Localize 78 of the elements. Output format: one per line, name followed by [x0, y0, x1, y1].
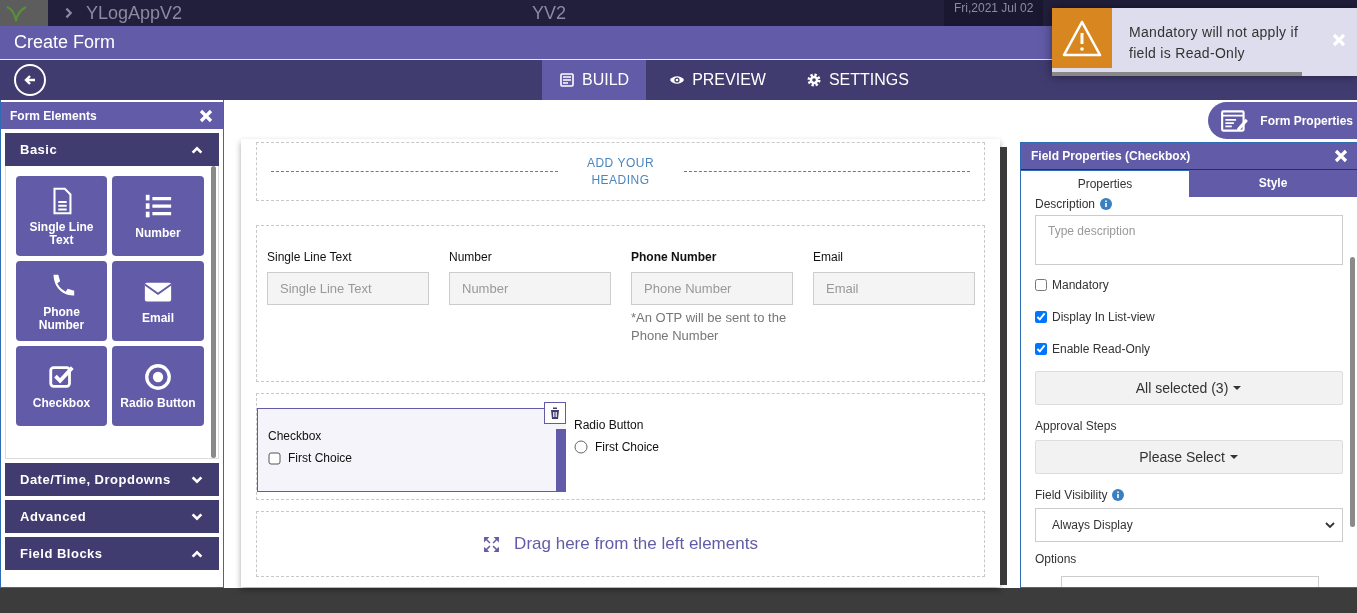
- app-name: YLogAppV2: [86, 2, 183, 24]
- expand-arrows-icon: [483, 535, 501, 553]
- panel-tab[interactable]: Style: [1189, 169, 1357, 197]
- close-icon: [1331, 32, 1347, 48]
- logo-icon: [0, 0, 48, 26]
- visibility-select[interactable]: Always Display: [1035, 508, 1343, 542]
- resize-handle[interactable]: [556, 429, 566, 491]
- trash-icon: [548, 406, 562, 420]
- section-header[interactable]: Advanced: [5, 500, 219, 533]
- input-field[interactable]: Email: [813, 272, 975, 305]
- field-note: *An OTP will be sent to the Phone Number: [631, 309, 788, 345]
- input-field[interactable]: Single Line Text: [267, 272, 429, 305]
- close-button[interactable]: [1331, 32, 1347, 48]
- nav-tab[interactable]: PREVIEW: [652, 60, 783, 100]
- option-field[interactable]: [1061, 576, 1319, 587]
- caret-down-icon: [1232, 384, 1243, 392]
- checkbox[interactable]: [1035, 279, 1047, 291]
- input-field[interactable]: Phone Number: [631, 272, 793, 305]
- field-label: Email: [813, 250, 844, 264]
- field-label: Single Line Text: [267, 250, 353, 264]
- date-text: Fri,2021 Jul 02: [944, 0, 1044, 26]
- checkbox[interactable]: [1035, 311, 1047, 323]
- form-properties-button[interactable]: Form Properties: [1208, 102, 1357, 139]
- settings-icon: [805, 72, 822, 88]
- element-tile[interactable]: Radio Button: [112, 346, 204, 426]
- scrollbar[interactable]: [1000, 147, 1007, 585]
- panel-title: Form Elements: [10, 108, 97, 123]
- field-label: Approval Steps: [1035, 419, 1118, 433]
- checkbox-label: Mandatory: [1052, 278, 1109, 292]
- workspace-label: YV2: [532, 2, 568, 24]
- caret-down-icon: [1228, 453, 1239, 461]
- field-label: Phone Number: [631, 250, 718, 264]
- radio-circle-icon: [574, 440, 588, 454]
- field-label: Number: [449, 250, 493, 264]
- field-label: Options: [1035, 552, 1078, 566]
- page-title: Create Form: [14, 32, 116, 53]
- field-label: Field Visibility: [1035, 488, 1108, 502]
- roles-dropdown[interactable]: All selected (3): [1035, 371, 1343, 405]
- field-card[interactable]: Radio Button First Choice: [570, 408, 785, 475]
- delete-button[interactable]: [544, 402, 566, 424]
- scrollbar[interactable]: [211, 166, 216, 458]
- checkbox-label: Display In List-view: [1052, 310, 1155, 324]
- element-tile[interactable]: Email: [112, 261, 204, 341]
- panel-title: Field Properties (Checkbox): [1031, 148, 1191, 163]
- nav-tab[interactable]: BUILD: [542, 60, 647, 100]
- scrollbar[interactable]: [1350, 257, 1355, 527]
- section-header[interactable]: Date/Time, Dropdowns: [5, 463, 219, 496]
- description-field[interactable]: Type description: [1035, 215, 1343, 265]
- warning-icon: [1061, 19, 1103, 57]
- field-label: Radio Button: [574, 418, 645, 432]
- section-header[interactable]: Field Blocks: [5, 537, 219, 570]
- close-icon: [1333, 147, 1349, 164]
- checkbox-square-icon: [268, 451, 281, 465]
- checkbox-label: Enable Read-Only: [1052, 342, 1151, 356]
- choice-label: First Choice: [595, 440, 659, 454]
- element-tile[interactable]: Checkbox: [16, 346, 107, 426]
- close-icon: [198, 107, 214, 124]
- nav-tab[interactable]: SETTINGS: [788, 60, 926, 100]
- selected-field-card[interactable]: Checkbox First Choice: [257, 408, 566, 492]
- info-icon: [1112, 489, 1125, 501]
- element-tile[interactable]: Single Line Text: [16, 176, 107, 256]
- input-field[interactable]: Number: [449, 272, 611, 305]
- back-button[interactable]: [14, 64, 46, 96]
- info-icon: [1100, 198, 1113, 210]
- heading-placeholder[interactable]: ADD YOUR HEADING: [575, 154, 666, 189]
- section-header[interactable]: Basic: [5, 133, 219, 166]
- approval-dropdown[interactable]: Please Select: [1035, 440, 1343, 474]
- field-label: Description: [1035, 197, 1096, 211]
- choice-label: First Choice: [288, 451, 352, 465]
- chevron-down-icon: [1324, 519, 1336, 531]
- toast-message: Mandatory will not apply if field is Read-Only: [1129, 23, 1300, 63]
- field-label: Checkbox: [268, 429, 323, 443]
- drop-hint: Drag here from the left elements: [514, 534, 758, 554]
- element-tile[interactable]: Phone Number: [16, 261, 107, 341]
- form-icon: [559, 72, 575, 88]
- checkbox[interactable]: [1035, 343, 1047, 355]
- element-tile[interactable]: Number: [112, 176, 204, 256]
- radio-icon: [143, 362, 173, 392]
